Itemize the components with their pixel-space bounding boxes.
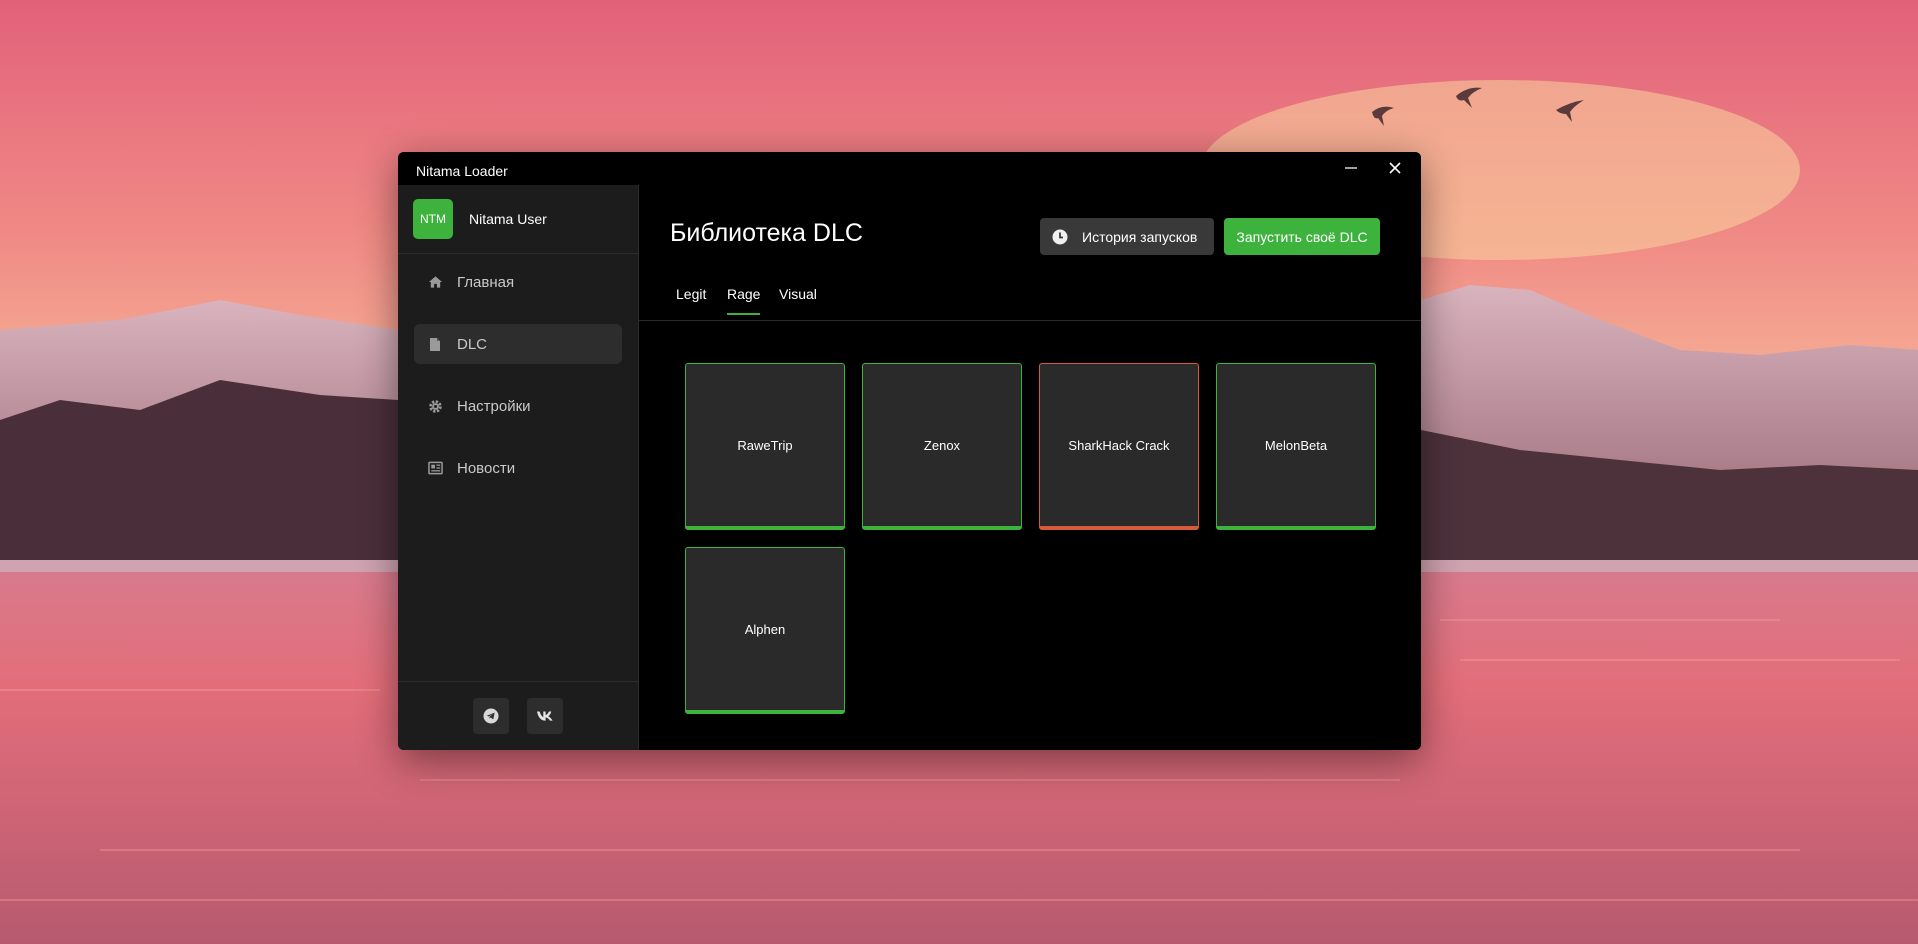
dlc-card-label: MelonBeta xyxy=(1264,437,1328,453)
telegram-button[interactable] xyxy=(473,698,509,734)
dlc-card[interactable]: Zenox xyxy=(862,363,1022,530)
tab-visual[interactable]: Visual xyxy=(779,286,817,313)
sidebar-item-label: Новости xyxy=(457,459,516,477)
launch-own-dlc-label: Запустить своё DLC xyxy=(1236,228,1368,245)
dlc-card-label: SharkHack Crack xyxy=(1068,437,1170,453)
dlc-card[interactable]: Alphen xyxy=(685,547,845,714)
sidebar-item-home[interactable]: Главная xyxy=(414,262,622,302)
main-content: Библиотека DLC История запусков Запустит… xyxy=(639,185,1421,750)
app-window: Nitama Loader NTM Nitama User Главная DL… xyxy=(398,152,1421,750)
launch-history-button[interactable]: История запусков xyxy=(1040,218,1214,255)
tab-legit[interactable]: Legit xyxy=(676,286,706,313)
sidebar-item-label: DLC xyxy=(457,335,488,353)
window-title: Nitama Loader xyxy=(416,162,508,179)
vk-icon xyxy=(537,711,553,721)
news-icon xyxy=(427,460,443,476)
sidebar-item-dlc[interactable]: DLC xyxy=(414,324,622,364)
user-name: Nitama User xyxy=(469,211,547,227)
telegram-icon xyxy=(483,708,499,724)
sidebar-item-settings[interactable]: Настройки xyxy=(414,386,622,426)
sidebar-footer xyxy=(398,681,638,750)
file-icon xyxy=(427,336,443,352)
sidebar-item-label: Главная xyxy=(457,273,515,291)
dlc-card-label: RaweTrip xyxy=(737,437,793,453)
dlc-card-label: Zenox xyxy=(923,437,961,453)
minimize-button[interactable] xyxy=(1337,156,1365,180)
page-title: Библиотека DLC xyxy=(670,219,863,247)
avatar: NTM xyxy=(413,199,453,239)
close-icon xyxy=(1389,162,1401,174)
sidebar: NTM Nitama User Главная DLC Настройки Но… xyxy=(398,185,639,750)
close-button[interactable] xyxy=(1381,156,1409,180)
user-panel[interactable]: NTM Nitama User xyxy=(398,185,638,254)
minimize-icon xyxy=(1345,167,1357,169)
sidebar-item-news[interactable]: Новости xyxy=(414,448,622,488)
sidebar-nav: Главная DLC Настройки Новости xyxy=(398,254,638,488)
tab-rage[interactable]: Rage xyxy=(727,286,761,315)
home-icon xyxy=(427,274,443,290)
dlc-card[interactable]: RaweTrip xyxy=(685,363,845,530)
clock-icon xyxy=(1052,229,1068,245)
dlc-card-label: Alphen xyxy=(744,621,786,637)
launch-own-dlc-button[interactable]: Запустить своё DLC xyxy=(1224,218,1380,255)
category-tabs: Legit Rage Visual xyxy=(639,277,1421,321)
vk-button[interactable] xyxy=(527,698,563,734)
dlc-card[interactable]: SharkHack Crack xyxy=(1039,363,1199,530)
launch-history-label: История запусков xyxy=(1082,228,1198,245)
sidebar-item-label: Настройки xyxy=(457,397,531,415)
dlc-card[interactable]: MelonBeta xyxy=(1216,363,1376,530)
title-bar[interactable]: Nitama Loader xyxy=(398,152,1421,185)
gear-icon xyxy=(427,398,443,414)
